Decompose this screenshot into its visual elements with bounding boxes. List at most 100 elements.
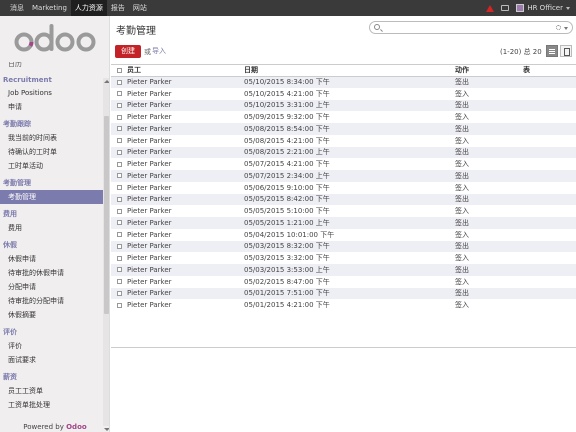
sidebar-item[interactable]: 待确认的工时单 [0, 145, 103, 159]
sidebar-item[interactable]: 待审批的分配申请 [0, 294, 103, 308]
gear-icon[interactable] [556, 25, 561, 30]
chat-icon[interactable] [501, 5, 510, 11]
table-row[interactable]: Pieter Parker 05/06/2015 9:10:00 下午 签入 [111, 182, 576, 194]
row-checkbox[interactable] [117, 302, 122, 308]
row-checkbox[interactable] [117, 79, 122, 85]
sidebar-item[interactable]: 休假摘要 [0, 308, 103, 322]
top-menu-item[interactable]: 消息 [6, 0, 28, 16]
row-checkbox[interactable] [117, 208, 122, 214]
table-row[interactable]: Pieter Parker 05/01/2015 7:51:00 下午 签出 [111, 287, 576, 300]
table-row[interactable]: Pieter Parker 05/05/2015 1:21:00 上午 签出 [111, 217, 576, 229]
row-checkbox[interactable] [117, 102, 122, 108]
odoo-brand-link[interactable]: Odoo [66, 423, 87, 431]
row-select-cell[interactable] [111, 135, 125, 147]
table-row[interactable]: Pieter Parker 05/03/2015 3:53:00 上午 签出 [111, 264, 576, 276]
row-select-cell[interactable] [111, 193, 125, 206]
row-checkbox[interactable] [117, 232, 122, 238]
table-row[interactable]: Pieter Parker 05/08/2015 2:21:00 上午 签出 [111, 146, 576, 159]
table-row[interactable]: Pieter Parker 05/01/2015 4:21:00 下午 签入 [111, 299, 576, 311]
row-checkbox[interactable] [117, 161, 122, 167]
column-employee[interactable]: 员工 [125, 65, 242, 77]
row-checkbox[interactable] [117, 255, 122, 261]
row-select-cell[interactable] [111, 252, 125, 264]
table-row[interactable]: Pieter Parker 05/03/2015 8:32:00 下午 签出 [111, 240, 576, 253]
column-date[interactable]: 日期 [242, 65, 453, 77]
row-select-cell[interactable] [111, 170, 125, 182]
table-row[interactable]: Pieter Parker 05/10/2015 8:34:00 下午 签出 [111, 76, 576, 88]
sidebar-item-partial[interactable]: 日历 [0, 62, 103, 71]
row-select-cell[interactable] [111, 276, 125, 288]
sidebar-item[interactable]: 休假申请 [0, 252, 103, 266]
search-options-chevron-icon[interactable] [564, 27, 568, 30]
row-select-cell[interactable] [111, 217, 125, 229]
sidebar-item[interactable]: 评价 [0, 339, 103, 353]
row-checkbox[interactable] [117, 149, 122, 155]
table-row[interactable]: Pieter Parker 05/10/2015 4:21:00 下午 签入 [111, 88, 576, 100]
pager-value[interactable]: (1-20) 总 20 [500, 47, 542, 57]
table-row[interactable]: Pieter Parker 05/07/2015 4:21:00 下午 签入 [111, 158, 576, 170]
select-all-column[interactable] [111, 65, 125, 77]
sidebar-item[interactable]: 面试要求 [0, 353, 103, 367]
row-select-cell[interactable] [111, 111, 125, 123]
row-checkbox[interactable] [117, 138, 122, 144]
column-action[interactable]: 动作 [453, 65, 521, 77]
table-row[interactable]: Pieter Parker 05/05/2015 5:10:00 下午 签入 [111, 205, 576, 217]
warning-icon[interactable] [486, 4, 495, 12]
row-select-cell[interactable] [111, 299, 125, 311]
row-checkbox[interactable] [117, 279, 122, 285]
odoo-logo[interactable] [0, 16, 109, 62]
sidebar-item[interactable]: 考勤管理 [0, 190, 103, 204]
row-select-cell[interactable] [111, 264, 125, 276]
sidebar-item[interactable]: 费用 [0, 221, 103, 235]
import-button[interactable]: 导入 [152, 46, 166, 56]
top-menu-item[interactable]: 人力资源 [70, 0, 107, 16]
search-box[interactable] [369, 21, 573, 34]
row-select-cell[interactable] [111, 240, 125, 253]
row-checkbox[interactable] [117, 126, 122, 132]
sidebar-item[interactable]: 分配申请 [0, 280, 103, 294]
top-menu-item[interactable]: 报告 [107, 0, 129, 16]
scroll-up-icon[interactable] [104, 80, 109, 83]
row-select-cell[interactable] [111, 88, 125, 100]
row-checkbox[interactable] [117, 243, 122, 249]
table-row[interactable]: Pieter Parker 05/08/2015 4:21:00 下午 签入 [111, 135, 576, 147]
sidebar-item[interactable]: 工资单批处理 [0, 398, 103, 412]
row-checkbox[interactable] [117, 267, 122, 273]
row-checkbox[interactable] [117, 91, 122, 97]
row-select-cell[interactable] [111, 287, 125, 300]
search-input[interactable] [383, 23, 551, 32]
list-view-icon[interactable] [546, 45, 558, 57]
row-checkbox[interactable] [117, 196, 122, 202]
row-select-cell[interactable] [111, 229, 125, 241]
sidebar-item[interactable]: 员工工资单 [0, 384, 103, 398]
table-row[interactable]: Pieter Parker 05/02/2015 8:47:00 下午 签入 [111, 276, 576, 288]
sidebar-item[interactable]: 申请 [0, 100, 103, 114]
row-select-cell[interactable] [111, 123, 125, 135]
user-menu[interactable]: HR Officer [516, 4, 570, 12]
row-checkbox[interactable] [117, 220, 122, 226]
top-menu-item[interactable]: Marketing [28, 0, 71, 16]
row-checkbox[interactable] [117, 185, 122, 191]
top-menu-item[interactable]: 网站 [129, 0, 151, 16]
row-select-cell[interactable] [111, 182, 125, 194]
row-select-cell[interactable] [111, 158, 125, 170]
sidebar-scroll-thumb[interactable] [104, 116, 109, 314]
row-select-cell[interactable] [111, 76, 125, 88]
table-row[interactable]: Pieter Parker 05/04/2015 10:01:00 下午 签入 [111, 229, 576, 241]
create-button[interactable]: 创建 [115, 45, 141, 58]
row-checkbox[interactable] [117, 173, 122, 179]
row-checkbox[interactable] [117, 290, 122, 296]
row-checkbox[interactable] [117, 114, 122, 120]
table-row[interactable]: Pieter Parker 05/10/2015 3:31:00 上午 签出 [111, 99, 576, 112]
table-row[interactable]: Pieter Parker 05/08/2015 8:54:00 下午 签出 [111, 123, 576, 135]
column-sheet[interactable]: 表 [521, 65, 576, 77]
table-row[interactable]: Pieter Parker 05/09/2015 9:32:00 下午 签入 [111, 111, 576, 123]
sidebar-item[interactable]: 我当前的时间表 [0, 131, 103, 145]
row-select-cell[interactable] [111, 205, 125, 217]
table-row[interactable]: Pieter Parker 05/03/2015 3:32:00 下午 签入 [111, 252, 576, 264]
sidebar-item[interactable]: Job Positions [0, 86, 103, 100]
form-view-icon[interactable] [560, 45, 572, 57]
table-row[interactable]: Pieter Parker 05/05/2015 8:42:00 下午 签出 [111, 193, 576, 206]
sidebar-item[interactable]: 工时单活动 [0, 159, 103, 173]
sidebar-item[interactable]: 待审批的休假申请 [0, 266, 103, 280]
